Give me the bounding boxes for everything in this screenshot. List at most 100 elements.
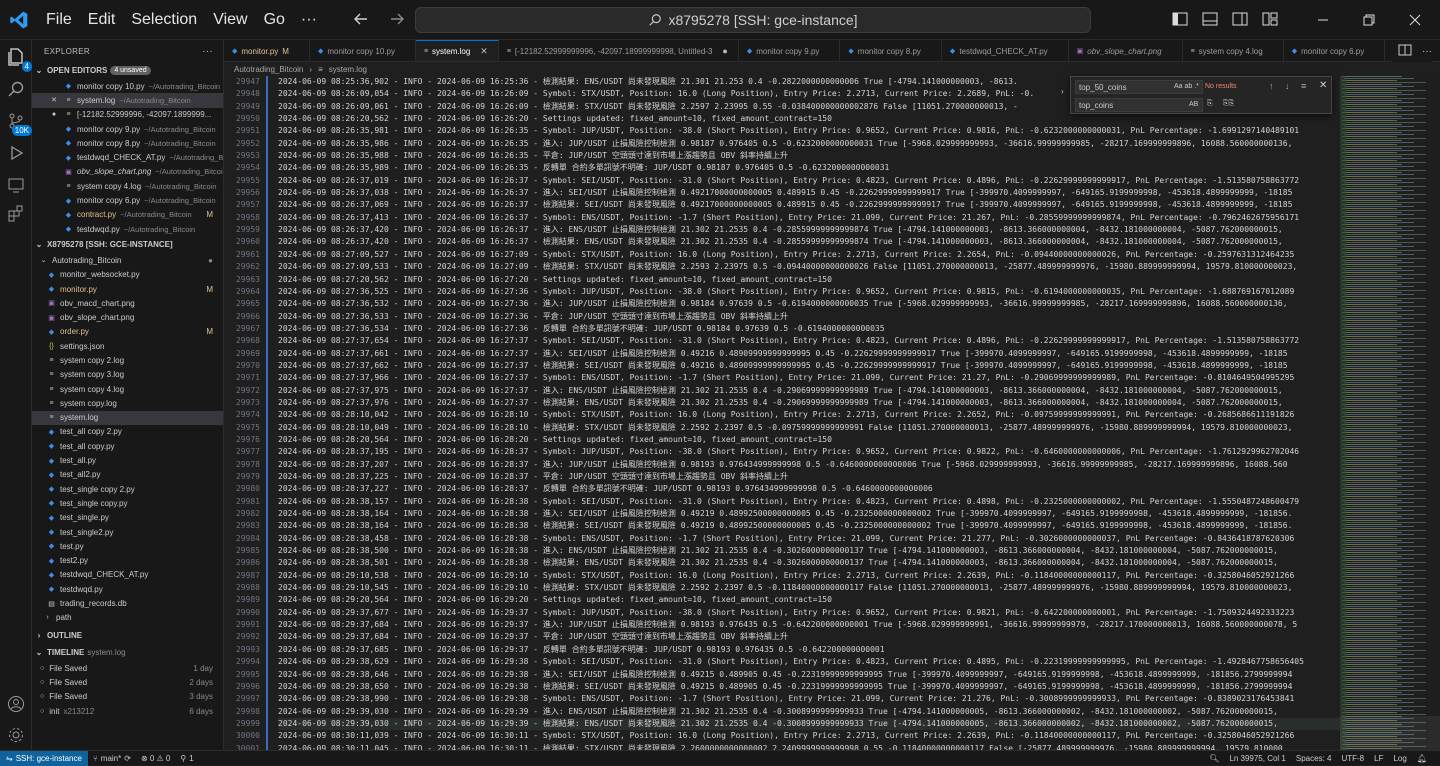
toggle-primary-sidebar-icon[interactable]: [1170, 9, 1190, 29]
timeline-item[interactable]: ○ File Saved 2 days: [32, 675, 223, 689]
file-tree-item[interactable]: ◆ test_single copy 2.py: [32, 482, 223, 496]
code-line[interactable]: 2024-06-09 08:29:37,684 - INFO - 2024-06…: [278, 631, 1340, 643]
editor-tab[interactable]: ◆ testdwqd_CHECK_AT.py: [942, 40, 1069, 61]
menu-selection[interactable]: Selection: [123, 0, 205, 40]
open-editor-item[interactable]: ◆ monitor copy 9.py ~/Autotrading_Bitcoin: [32, 122, 223, 136]
code-line[interactable]: 2024-06-09 08:28:38,157 - INFO - 2024-06…: [278, 496, 1340, 508]
spacer[interactable]: [48, 196, 60, 205]
spacer[interactable]: [48, 210, 60, 219]
code-line[interactable]: 2024-06-09 08:26:35,989 - INFO - 2024-06…: [278, 162, 1340, 174]
file-tree-item[interactable]: ≡ system.log: [32, 410, 223, 425]
file-tree-item[interactable]: ◆ test_single.py: [32, 511, 223, 525]
code-line[interactable]: 2024-06-09 08:27:09,533 - INFO - 2024-06…: [278, 261, 1340, 273]
file-tree-item[interactable]: ◆ test_all.py: [32, 453, 223, 467]
editor-area[interactable]: 29947 29948 29949 29950 29951 29952 29953 29954…: [224, 76, 1340, 750]
notifications-bell-icon[interactable]: 🔔︎: [1412, 754, 1432, 763]
code-line[interactable]: 2024-06-09 08:27:36,525 - INFO - 2024-06…: [278, 286, 1340, 298]
menu-view[interactable]: View: [205, 0, 255, 40]
editor-tab[interactable]: ≡ [-12182.52999999996, -42097.18999999998…: [499, 40, 739, 61]
timeline-item[interactable]: ○ init x213212 6 days: [32, 704, 223, 718]
code-line[interactable]: 2024-06-09 08:26:37,019 - INFO - 2024-06…: [278, 175, 1340, 187]
code-line[interactable]: 2024-06-09 08:29:38,650 - INFO - 2024-06…: [278, 681, 1340, 693]
menu-more[interactable]: ···: [293, 0, 325, 40]
code-line[interactable]: 2024-06-09 08:30:11,039 - INFO - 2024-06…: [278, 730, 1340, 742]
unsaved-dot-icon[interactable]: ●: [722, 46, 727, 56]
spacer[interactable]: [48, 153, 60, 162]
problems-status[interactable]: ⊗ 0 ⚠ 0: [136, 754, 175, 763]
code-line[interactable]: 2024-06-09 08:28:38,458 - INFO - 2024-06…: [278, 533, 1340, 545]
open-editor-item[interactable]: ✕ ≡ system.log ~/Autotrading_Bitcoin: [32, 93, 223, 108]
file-tree-item[interactable]: ≡ system copy 2.log: [32, 353, 223, 367]
file-tree-item[interactable]: ▣ obv_macd_chart.png: [32, 296, 223, 310]
file-tree-item[interactable]: ◆ test_all copy.py: [32, 439, 223, 453]
previous-match-icon[interactable]: ↑: [1269, 81, 1274, 91]
open-editor-item[interactable]: ≡ system copy 4.log ~/Autotrading_Bitcoin: [32, 179, 223, 193]
breadcrumb-file[interactable]: system.log: [329, 65, 367, 74]
code-line[interactable]: 2024-06-09 08:28:37,227 - INFO - 2024-06…: [278, 483, 1340, 495]
open-editor-item[interactable]: ◆ monitor copy 8.py ~/Autotrading_Bitcoin: [32, 136, 223, 150]
run-debug-icon[interactable]: [4, 141, 28, 165]
extensions-icon[interactable]: [4, 201, 28, 225]
menu-file[interactable]: File: [38, 0, 80, 40]
explorer-files-icon[interactable]: 4: [4, 45, 32, 72]
file-tree-item[interactable]: ◆ monitor_websocket.py: [32, 268, 223, 282]
file-tree-item[interactable]: ≡ system copy.log: [32, 396, 223, 410]
ports-status[interactable]: ⚲ 1: [175, 754, 198, 763]
code-line[interactable]: 2024-06-09 08:30:11,045 - INFO - 2024-06…: [278, 743, 1340, 750]
language-mode[interactable]: Log: [1388, 754, 1411, 763]
code-line[interactable]: 2024-06-09 08:27:37,661 - INFO - 2024-06…: [278, 348, 1340, 360]
next-match-icon[interactable]: ↓: [1285, 81, 1290, 91]
code-line[interactable]: 2024-06-09 08:28:37,207 - INFO - 2024-06…: [278, 459, 1340, 471]
file-tree-item[interactable]: ◆ test2.py: [32, 554, 223, 568]
code-line[interactable]: 2024-06-09 08:26:20,562 - INFO - 2024-06…: [278, 113, 1340, 125]
code-line[interactable]: 2024-06-09 08:28:37,225 - INFO - 2024-06…: [278, 471, 1340, 483]
folder-autotrading[interactable]: ⌄ Autotrading_Bitcoin ●: [32, 253, 223, 267]
explorer-more-icon[interactable]: ···: [202, 46, 213, 57]
code-line[interactable]: 2024-06-09 08:26:35,981 - INFO - 2024-06…: [278, 125, 1340, 137]
code-line[interactable]: 2024-06-09 08:28:10,042 - INFO - 2024-06…: [278, 409, 1340, 421]
minimap[interactable]: [1340, 76, 1440, 750]
editor-tab[interactable]: ◆ monitor copy 10.py: [310, 40, 416, 61]
code-line[interactable]: 2024-06-09 08:29:38,990 - INFO - 2024-06…: [278, 693, 1340, 705]
workspace-header[interactable]: ⌄ X8795278 [SSH: GCE-INSTANCE]: [32, 236, 223, 253]
open-editor-item[interactable]: ▣ obv_slope_chart.png ~/Autotrading_Bitcoi…: [32, 165, 223, 179]
code-line[interactable]: 2024-06-09 08:28:38,164 - INFO - 2024-06…: [278, 508, 1340, 520]
file-tree-item[interactable]: › path: [32, 611, 223, 625]
code-line[interactable]: 2024-06-09 08:26:37,069 - INFO - 2024-06…: [278, 199, 1340, 211]
code-line[interactable]: 2024-06-09 08:28:38,164 - INFO - 2024-06…: [278, 520, 1340, 532]
editor-tab[interactable]: ▣ obv_slope_chart.png: [1069, 40, 1183, 61]
code-line[interactable]: 2024-06-09 08:27:37,654 - INFO - 2024-06…: [278, 335, 1340, 347]
code-line[interactable]: 2024-06-09 08:29:39,030 - INFO - 2024-06…: [278, 717, 1340, 731]
open-editor-item[interactable]: ● ≡ [-12182.52999996, -42097.1899999...: [32, 108, 223, 122]
file-tree-item[interactable]: ◆ test_all copy 2.py: [32, 425, 223, 439]
encoding[interactable]: UTF-8: [1336, 754, 1369, 763]
code-line[interactable]: 2024-06-09 08:29:20,564 - INFO - 2024-06…: [278, 594, 1340, 606]
outline-header[interactable]: › OUTLINE: [32, 627, 223, 644]
close-icon[interactable]: ✕: [48, 96, 60, 105]
code-line[interactable]: 2024-06-09 08:27:37,975 - INFO - 2024-06…: [278, 385, 1340, 397]
file-tree-item[interactable]: ▤ trading_records.db: [32, 596, 223, 610]
manage-gear-icon[interactable]: [4, 723, 28, 747]
file-tree-item[interactable]: ◆ test_single copy.py: [32, 496, 223, 510]
file-tree-item[interactable]: ▣ obv_slope_chart.png: [32, 310, 223, 324]
file-tree-item[interactable]: ◆ monitor.py M: [32, 282, 223, 296]
branch-status[interactable]: ⑂ main* ⟳: [88, 754, 136, 763]
spacer[interactable]: [48, 82, 60, 91]
code-line[interactable]: 2024-06-09 08:26:37,038 - INFO - 2024-06…: [278, 187, 1340, 199]
file-tree-item[interactable]: ≡ system copy 3.log: [32, 368, 223, 382]
forward-arrow-icon[interactable]: [386, 8, 408, 30]
file-tree-item[interactable]: ◆ order.py M: [32, 325, 223, 339]
minimize-icon[interactable]: [1300, 0, 1346, 40]
code-line[interactable]: 2024-06-09 08:28:20,564 - INFO - 2024-06…: [278, 434, 1340, 446]
timeline-header[interactable]: ⌄ TIMELINE system.log: [32, 644, 223, 661]
end-of-line[interactable]: LF: [1369, 754, 1388, 763]
breadcrumb-folder[interactable]: Autotrading_Bitcoin: [234, 65, 303, 74]
spacer[interactable]: [48, 225, 60, 234]
code-line[interactable]: 2024-06-09 08:29:37,677 - INFO - 2024-06…: [278, 607, 1340, 619]
open-editors-header[interactable]: ⌄ OPEN EDITORS 4 unsaved: [32, 62, 223, 79]
code-line[interactable]: 2024-06-09 08:29:10,545 - INFO - 2024-06…: [278, 582, 1340, 594]
restore-icon[interactable]: [1346, 0, 1392, 40]
file-tree-item[interactable]: {} settings.json: [32, 339, 223, 353]
editor-tab[interactable]: ≡ system.log ✕: [415, 40, 499, 61]
code-line[interactable]: 2024-06-09 08:27:36,532 - INFO - 2024-06…: [278, 298, 1340, 310]
